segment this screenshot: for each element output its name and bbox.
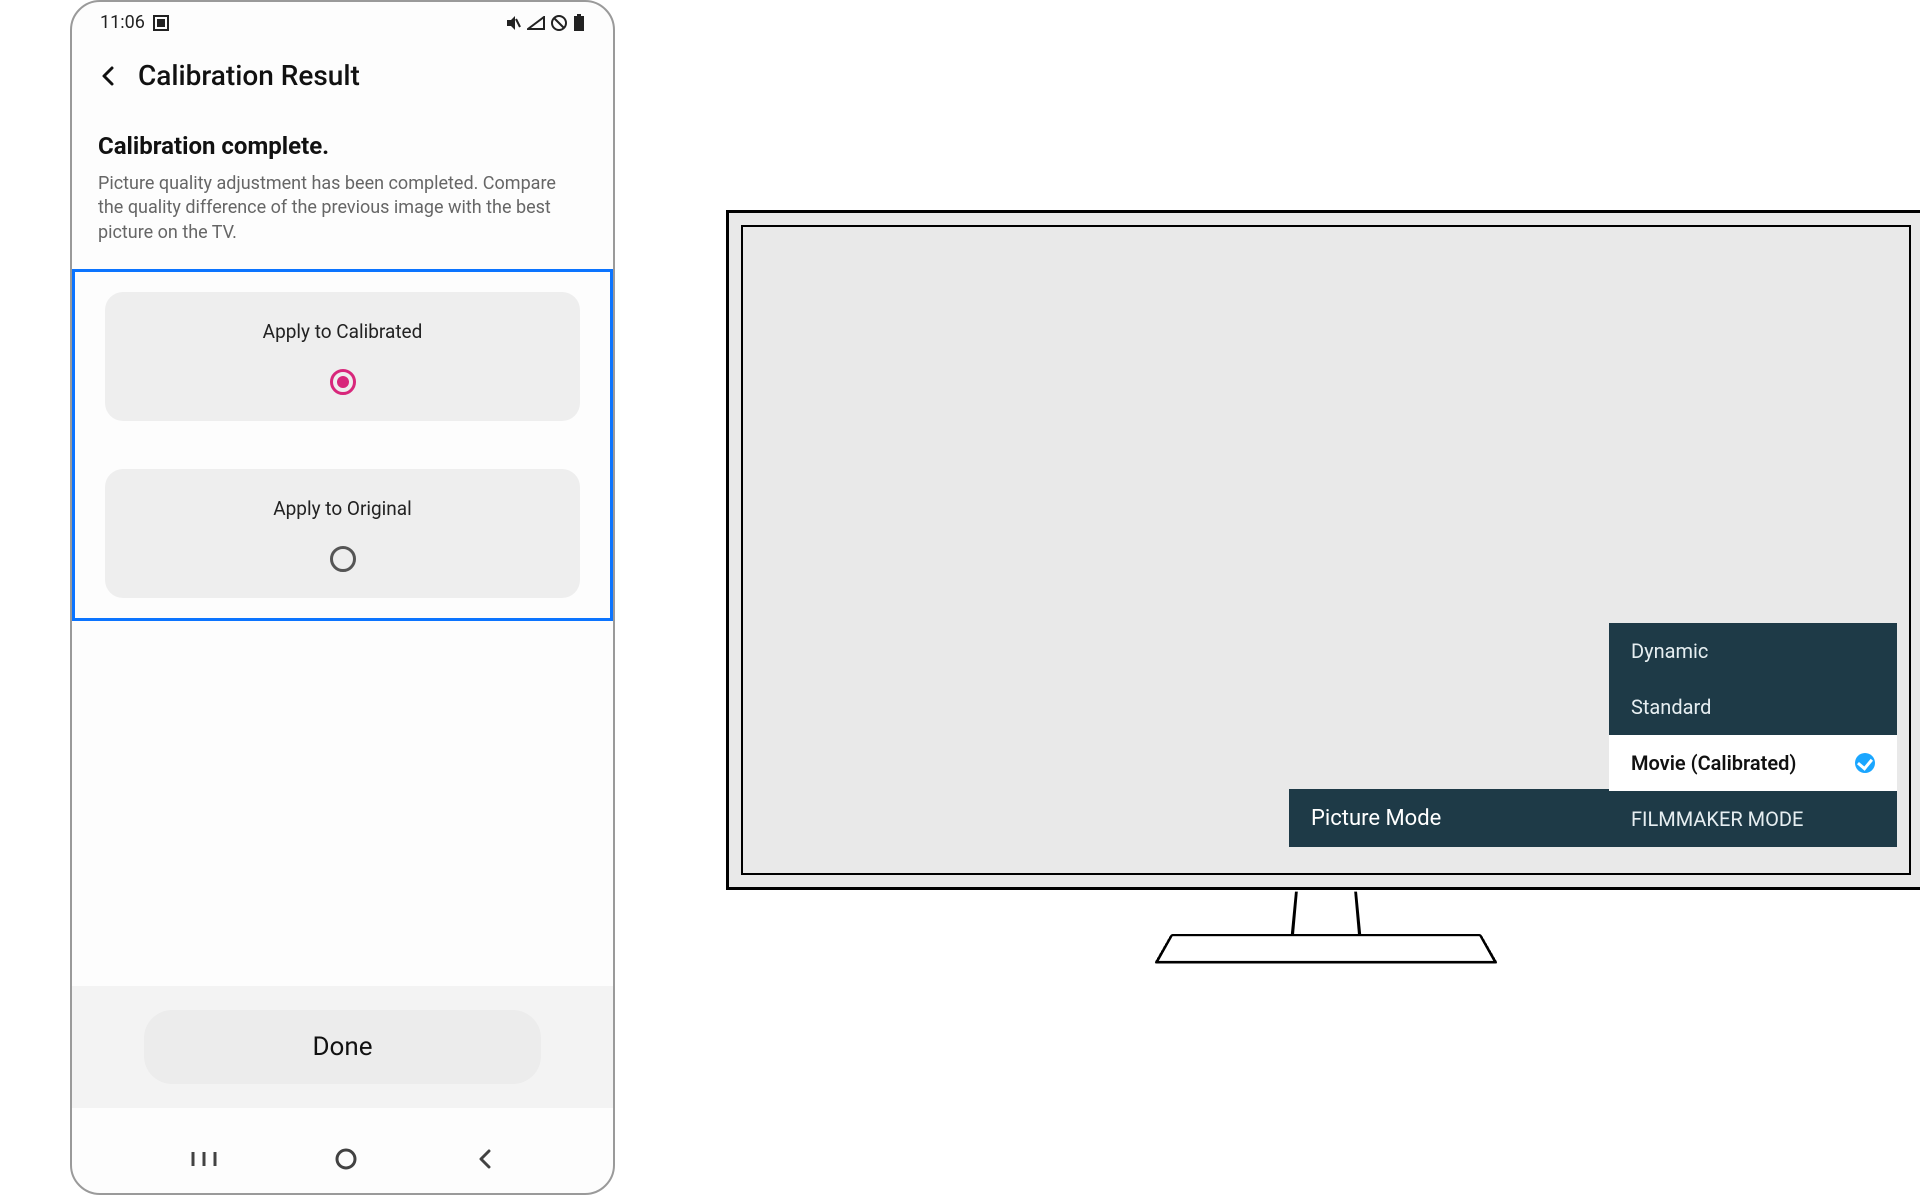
tv-monitor: Picture Mode Dynamic Standard Movie (Cal…: [726, 210, 1920, 966]
status-time: 11:06: [100, 12, 145, 33]
picture-mode-item-label: FILMMAKER MODE: [1631, 807, 1803, 831]
picture-mode-item-standard[interactable]: Standard: [1609, 679, 1897, 735]
calibration-description: Picture quality adjustment has been comp…: [98, 172, 568, 245]
picture-mode-item-label: Movie (Calibrated): [1631, 751, 1796, 775]
page-header: Calibration Result: [72, 39, 613, 102]
check-icon: [1855, 753, 1875, 773]
content-area: Calibration complete. Picture quality ad…: [72, 102, 613, 245]
canvas: 11:06: [0, 0, 1920, 1200]
picture-mode-label-text: Picture Mode: [1311, 806, 1441, 831]
tv-stand-neck: [1291, 892, 1361, 936]
tv-screen-outer: Picture Mode Dynamic Standard Movie (Cal…: [726, 210, 1920, 890]
done-button[interactable]: Done: [144, 1010, 541, 1084]
picture-mode-item-dynamic[interactable]: Dynamic: [1609, 623, 1897, 679]
back-icon[interactable]: [98, 65, 120, 87]
screenshot-icon: [153, 15, 169, 31]
battery-icon: [573, 14, 585, 32]
tv-screen: Picture Mode Dynamic Standard Movie (Cal…: [741, 225, 1911, 875]
done-bar: Done: [70, 986, 615, 1108]
picture-mode-label: Picture Mode: [1289, 789, 1619, 847]
picture-mode-menu: Dynamic Standard Movie (Calibrated) FILM…: [1609, 623, 1897, 847]
dnd-icon: [551, 15, 567, 31]
radio-unselected-icon[interactable]: [330, 546, 356, 572]
option-label: Apply to Calibrated: [115, 320, 570, 343]
option-label: Apply to Original: [115, 497, 570, 520]
home-icon[interactable]: [335, 1148, 357, 1174]
radio-selected-icon[interactable]: [330, 369, 356, 395]
recents-icon[interactable]: [191, 1150, 217, 1172]
android-nav-bar: [72, 1129, 613, 1193]
picture-mode-item-filmmaker[interactable]: FILMMAKER MODE: [1609, 791, 1897, 847]
tv-stand-base: [1154, 934, 1498, 964]
phone-frame: 11:06: [70, 0, 615, 1195]
option-apply-calibrated[interactable]: Apply to Calibrated: [105, 292, 580, 421]
status-bar: 11:06: [72, 2, 613, 39]
options-highlight-box: Apply to Calibrated Apply to Original: [72, 269, 613, 621]
page-title: Calibration Result: [138, 59, 360, 92]
calibration-heading: Calibration complete.: [98, 132, 587, 160]
picture-mode-item-label: Standard: [1631, 695, 1711, 719]
mute-icon: [505, 15, 521, 31]
picture-mode-item-movie-calibrated[interactable]: Movie (Calibrated): [1609, 735, 1897, 791]
nav-back-icon[interactable]: [476, 1148, 494, 1174]
option-apply-original[interactable]: Apply to Original: [105, 469, 580, 598]
picture-mode-item-label: Dynamic: [1631, 639, 1708, 663]
nosignal-icon: [527, 16, 545, 30]
